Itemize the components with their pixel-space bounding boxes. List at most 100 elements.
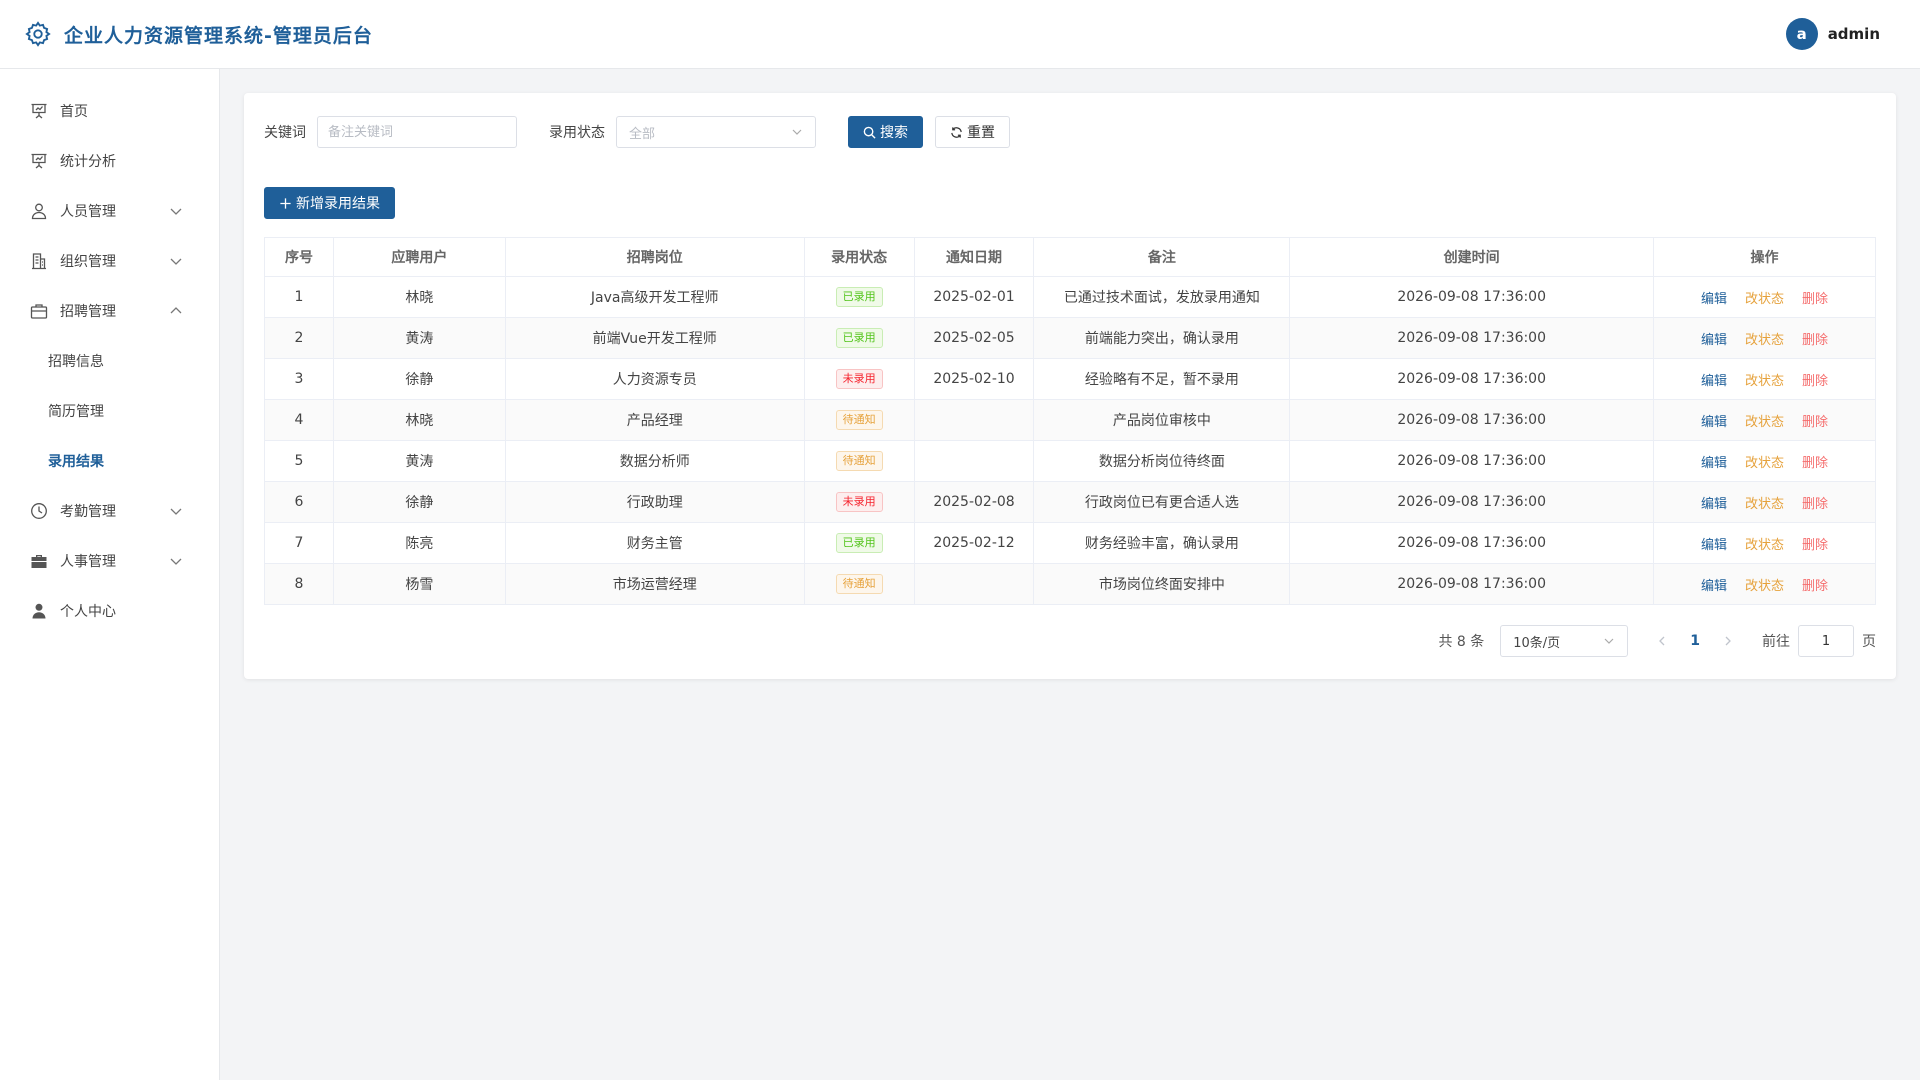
edit-link[interactable]: 编辑 — [1701, 493, 1727, 512]
edit-link[interactable]: 编辑 — [1701, 411, 1727, 430]
table-row: 3 徐静 人力资源专员 未录用 2025-02-10 经验略有不足，暂不录用 2026-09… — [264, 358, 1876, 400]
sidebar-item-label: 招聘管理 — [60, 304, 116, 320]
keyword-input[interactable] — [317, 116, 517, 148]
delete-link[interactable]: 删除 — [1802, 493, 1828, 512]
chevron-down-icon — [169, 554, 183, 568]
delete-link[interactable]: 删除 — [1802, 452, 1828, 471]
edit-link[interactable]: 编辑 — [1701, 370, 1727, 389]
cell-note: 行政岗位已有更合适人选 — [1033, 481, 1291, 523]
cell-user: 陈亮 — [332, 522, 506, 564]
sidebar-item-recruitment[interactable]: 招聘管理 — [0, 286, 219, 336]
edit-link[interactable]: 编辑 — [1701, 329, 1727, 348]
cell-actions: 编辑 改状态 删除 — [1653, 481, 1876, 523]
cell-created: 2026-09-08 17:36:00 — [1289, 317, 1655, 359]
sidebar: 首页 统计分析 人员管理 组织管理 招聘管理 招聘信息 简历管理 录用结果 考勤… — [0, 69, 220, 1080]
add-button-label: 新增录用结果 — [296, 196, 380, 212]
add-hire-result-button[interactable]: 新增录用结果 — [264, 187, 395, 219]
edit-link[interactable]: 编辑 — [1701, 534, 1727, 553]
table-row: 1 林晓 Java高级开发工程师 已录用 2025-02-01 已通过技术面试，发放录用通… — [264, 276, 1876, 318]
sidebar-item-personnel[interactable]: 人员管理 — [0, 186, 219, 236]
chevron-left-icon[interactable] — [1656, 635, 1668, 647]
username[interactable]: admin — [1828, 25, 1880, 43]
sidebar-item-organization[interactable]: 组织管理 — [0, 236, 219, 286]
sidebar-item-label: 考勤管理 — [60, 504, 116, 520]
delete-link[interactable]: 删除 — [1802, 534, 1828, 553]
reset-button[interactable]: 重置 — [935, 116, 1010, 148]
sidebar-subitem-resume[interactable]: 简历管理 — [0, 386, 219, 436]
change-status-link[interactable]: 改状态 — [1745, 370, 1784, 389]
pagination: 共 8 条 10条/页 1 前往 页 — [1438, 625, 1876, 657]
sidebar-item-label: 人员管理 — [60, 204, 116, 220]
change-status-link[interactable]: 改状态 — [1745, 411, 1784, 430]
app-header: 企业人力资源管理系统-管理员后台 a admin — [0, 0, 1920, 69]
cell-position: 前端Vue开发工程师 — [504, 317, 805, 359]
sidebar-item-statistics[interactable]: 统计分析 — [0, 136, 219, 186]
cell-note: 市场岗位终面安排中 — [1033, 563, 1291, 605]
delete-link[interactable]: 删除 — [1802, 370, 1828, 389]
cell-status: 未录用 — [803, 481, 915, 523]
reset-button-label: 重置 — [967, 125, 995, 141]
cell-user: 黄涛 — [332, 440, 506, 482]
change-status-link[interactable]: 改状态 — [1745, 575, 1784, 594]
cell-no: 1 — [264, 276, 334, 318]
cell-position: 行政助理 — [504, 481, 805, 523]
app-title: 企业人力资源管理系统-管理员后台 — [64, 24, 373, 47]
chevron-right-icon[interactable] — [1722, 635, 1734, 647]
edit-link[interactable]: 编辑 — [1701, 575, 1727, 594]
cell-no: 8 — [264, 563, 334, 605]
chevron-down-icon — [169, 254, 183, 268]
cell-actions: 编辑 改状态 删除 — [1653, 440, 1876, 482]
presentation-icon — [30, 152, 48, 170]
delete-link[interactable]: 删除 — [1802, 288, 1828, 307]
cell-actions: 编辑 改状态 删除 — [1653, 358, 1876, 400]
change-status-link[interactable]: 改状态 — [1745, 493, 1784, 512]
sidebar-item-personal-center[interactable]: 个人中心 — [0, 586, 219, 636]
cell-user: 杨雪 — [332, 563, 506, 605]
change-status-link[interactable]: 改状态 — [1745, 329, 1784, 348]
cell-note: 经验略有不足，暂不录用 — [1033, 358, 1291, 400]
cell-notify-date: 2025-02-01 — [913, 276, 1035, 318]
change-status-link[interactable]: 改状态 — [1745, 288, 1784, 307]
sidebar-subitem-hire-results[interactable]: 录用结果 — [0, 436, 219, 486]
cell-created: 2026-09-08 17:36:00 — [1289, 358, 1655, 400]
goto-page-input[interactable] — [1798, 625, 1854, 657]
status-badge: 已录用 — [835, 328, 883, 348]
clock-icon — [30, 502, 48, 520]
cell-user: 黄涛 — [332, 317, 506, 359]
cell-status: 已录用 — [803, 317, 915, 359]
change-status-link[interactable]: 改状态 — [1745, 452, 1784, 471]
cell-notify-date: 2025-02-05 — [913, 317, 1035, 359]
sidebar-item-attendance[interactable]: 考勤管理 — [0, 486, 219, 536]
chevron-down-icon — [169, 204, 183, 218]
cell-user: 徐静 — [332, 481, 506, 523]
cell-actions: 编辑 改状态 删除 — [1653, 276, 1876, 318]
column-header: 录用状态 — [803, 237, 915, 277]
edit-link[interactable]: 编辑 — [1701, 288, 1727, 307]
change-status-link[interactable]: 改状态 — [1745, 534, 1784, 553]
sidebar-item-hr[interactable]: 人事管理 — [0, 536, 219, 586]
cell-status: 待通知 — [803, 399, 915, 441]
cell-created: 2026-09-08 17:36:00 — [1289, 563, 1655, 605]
delete-link[interactable]: 删除 — [1802, 329, 1828, 348]
refresh-icon — [950, 126, 963, 139]
goto-label: 前往 — [1762, 634, 1790, 650]
user-menu[interactable]: a admin — [1785, 18, 1880, 50]
avatar[interactable]: a — [1785, 18, 1818, 50]
search-button-label: 搜索 — [880, 125, 908, 141]
sidebar-subitem-recruit-info[interactable]: 招聘信息 — [0, 336, 219, 386]
delete-link[interactable]: 删除 — [1802, 411, 1828, 430]
sidebar-item-label: 首页 — [60, 104, 88, 120]
table-row: 8 杨雪 市场运营经理 待通知 市场岗位终面安排中 2026-09-08 17:36:00… — [264, 563, 1876, 605]
status-select[interactable]: 全部 — [616, 116, 816, 148]
search-button[interactable]: 搜索 — [848, 116, 923, 148]
page-number-current[interactable]: 1 — [1690, 633, 1700, 649]
table-row: 2 黄涛 前端Vue开发工程师 已录用 2025-02-05 前端能力突出，确认录用 202… — [264, 317, 1876, 359]
sidebar-item-home[interactable]: 首页 — [0, 86, 219, 136]
edit-link[interactable]: 编辑 — [1701, 452, 1727, 471]
column-header: 备注 — [1033, 237, 1291, 277]
delete-link[interactable]: 删除 — [1802, 575, 1828, 594]
status-badge: 未录用 — [835, 492, 883, 512]
table-row: 4 林晓 产品经理 待通知 产品岗位审核中 2026-09-08 17:36:00 编辑 改状… — [264, 399, 1876, 441]
page-size-select[interactable]: 10条/页 — [1500, 625, 1629, 657]
cell-position: Java高级开发工程师 — [504, 276, 805, 318]
